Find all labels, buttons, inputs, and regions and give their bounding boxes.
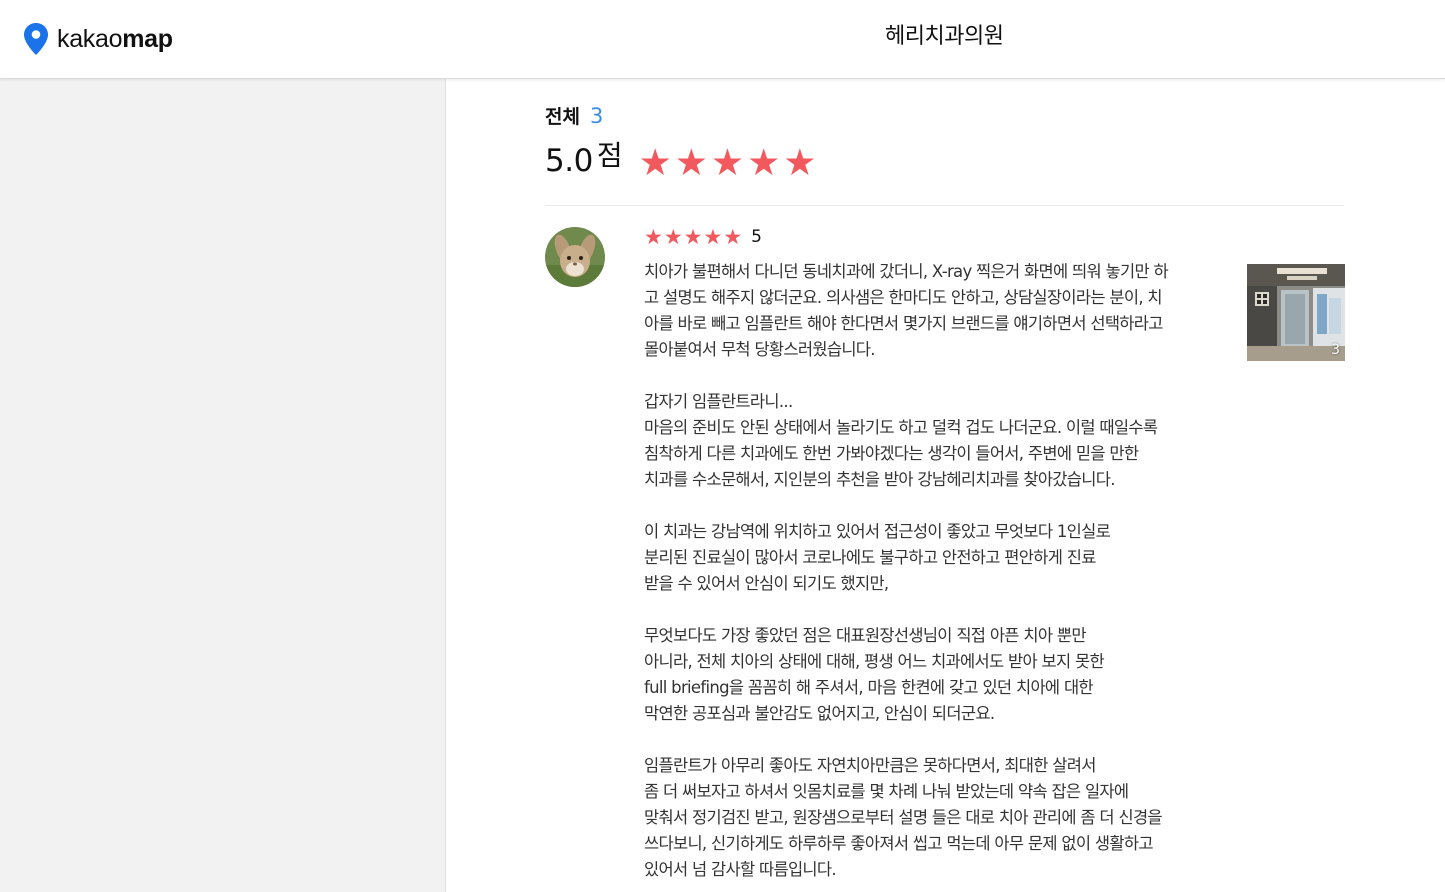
review-text-line: 치아가 불편해서 다니던 동네치과에 갔더니, X-ray 찍은거 화면에 띄워… [644, 262, 1169, 281]
map-pin-icon [24, 23, 48, 55]
review-text-line: 몰아붙여서 무척 당황스러웠습니다. [644, 340, 876, 359]
star-icon: ★ [710, 141, 745, 184]
top-header: kakaomap 헤리치과의원 [0, 0, 1445, 79]
review-text-line: 아니라, 전체 치아의 상태에 대해, 평생 어느 치과에서도 받아 보지 못한 [644, 652, 1105, 671]
review-text-line: 막연한 공포심과 불안감도 없어지고, 안심이 되더군요. [644, 704, 995, 723]
review-photo-thumbnail[interactable]: 3 [1247, 264, 1345, 361]
star-icon: ★ [663, 225, 683, 249]
review-text-line: 분리된 진료실이 많아서 코로나에도 불구하고 안전하고 편안하게 진료 [644, 548, 1096, 567]
photo-count: 3 [1331, 342, 1340, 358]
star-icon: ★ [683, 225, 703, 249]
review-text-line: 갑자기 임플란트라니... [644, 392, 793, 411]
star-icon: ★ [703, 225, 723, 249]
review-text-line [644, 493, 1234, 519]
kakaomap-logo[interactable]: kakaomap [24, 22, 173, 56]
place-title: 헤리치과의원 [885, 24, 1004, 49]
review-text-line: 마음의 준비도 안된 상태에서 놀라기도 하고 덜컥 겁도 나더군요. 이럴 때… [644, 418, 1158, 437]
review-text-line: 쓰다보니, 신기하게도 하루하루 좋아져서 씹고 먹는데 아무 문제 없이 생활… [644, 834, 1154, 853]
review-text-line: 임플란트가 아무리 좋아도 자연치아만큼은 못하다면서, 최대한 살려서 [644, 756, 1096, 775]
average-score-unit: 점 [596, 139, 623, 172]
average-score: 5.0 점 ★ ★ ★ ★ ★ [545, 139, 820, 183]
review-text-line: 받을 수 있어서 안심이 되기도 했지만, [644, 574, 889, 593]
review-text-line [644, 363, 1234, 389]
logo-text: kakaomap [57, 24, 173, 54]
star-icon: ★ [638, 141, 672, 184]
review-text-line: 맞춰서 정기검진 받고, 원장샘으로부터 설명 들은 대로 치아 관리에 좀 더… [644, 808, 1163, 827]
review-total-label: 전체 [545, 106, 580, 128]
divider [545, 205, 1344, 206]
review-text-line: 좀 더 써보자고 하셔서 잇몸치료를 몇 차례 나눠 받았는데 약속 잡은 일자… [644, 782, 1129, 801]
average-rating-stars: ★ ★ ★ ★ ★ [639, 143, 820, 183]
review-text-line: full briefing을 꼼꼼히 해 주셔서, 마음 한켠에 갖고 있던 치… [644, 678, 1094, 697]
review-text-line: 이 치과는 강남역에 위치하고 있어서 접근성이 좋았고 무엇보다 1인실로 [644, 522, 1111, 541]
review-text-line: 치과를 수소문해서, 지인분의 추천을 받아 강남헤리치과를 찾아갔습니다. [644, 470, 1115, 489]
review-text-line [644, 597, 1234, 623]
logo-text-light: kakao [57, 25, 123, 53]
review-text-line [644, 727, 1234, 753]
review-rating: ★ ★ ★ ★ ★ 5 [644, 225, 762, 249]
review-total: 전체 3 [545, 103, 603, 130]
avatar[interactable] [545, 227, 605, 287]
star-icon: ★ [674, 141, 708, 184]
star-icon: ★ [644, 225, 663, 249]
left-panel [0, 79, 446, 892]
review-text: 치아가 불편해서 다니던 동네치과에 갔더니, X-ray 찍은거 화면에 띄워… [644, 259, 1234, 883]
review-panel: 전체 3 5.0 점 ★ ★ ★ ★ ★ ★ ★ ★ ★ ★ 5 치아가 불편해서 다니던 동네치… [446, 79, 1445, 892]
review-text-line: 있어서 넘 감사할 따름입니다. [644, 860, 837, 879]
review-text-line: 무엇보다도 가장 좋았던 점은 대표원장선생님이 직접 아픈 치아 뿐만 [644, 626, 1087, 645]
review-rating-stars: ★ ★ ★ ★ ★ [644, 225, 743, 249]
review-text-line: 고 설명도 해주지 않더군요. 의사샘은 한마디도 안하고, 상담실장이라는 분… [644, 288, 1163, 307]
average-score-value: 5.0 [545, 143, 593, 179]
review-rating-value: 5 [751, 227, 762, 247]
logo-text-bold: map [122, 25, 173, 53]
star-icon: ★ [747, 141, 781, 184]
review-text-line: 아를 바로 빼고 임플란트 해야 한다면서 몇가지 브랜드를 얘기하면서 선택하… [644, 314, 1163, 333]
star-icon: ★ [783, 141, 817, 184]
review-total-count[interactable]: 3 [590, 104, 603, 128]
star-icon: ★ [723, 225, 743, 249]
review-text-line: 침착하게 다른 치과에도 한번 가봐야겠다는 생각이 들어서, 주변에 믿을 만… [644, 444, 1139, 463]
